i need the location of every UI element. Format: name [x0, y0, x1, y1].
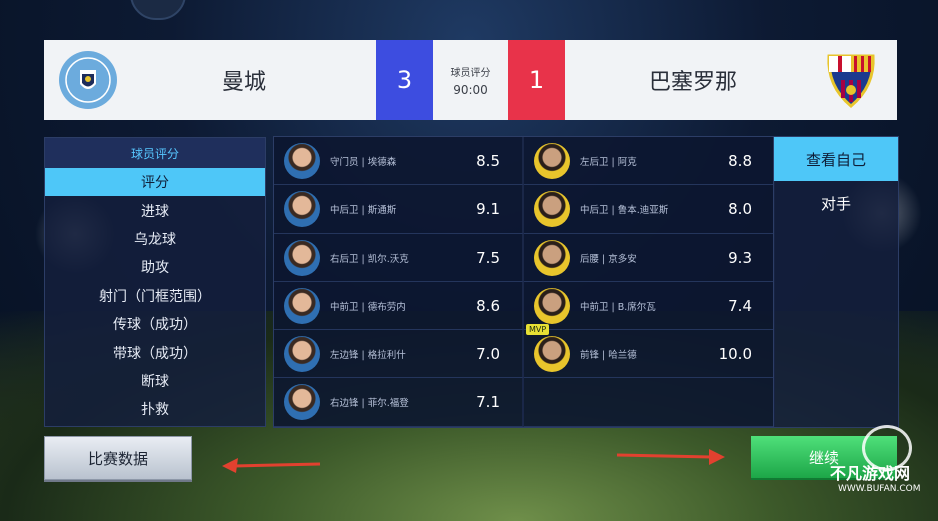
player-rating: 8.5 — [476, 152, 500, 170]
category-item-own-goals[interactable]: 乌龙球 — [45, 225, 265, 253]
player-rating: 8.8 — [728, 152, 752, 170]
player-label: 守门员 | 埃德森 — [330, 157, 397, 168]
player-row[interactable]: 中后卫 | 斯通斯 9.1 — [274, 185, 524, 234]
player-rating: 7.1 — [476, 393, 500, 412]
player-row[interactable]: 左后卫 | 阿克 8.8 — [524, 137, 774, 186]
stat-category-panel: 球员评分 评分 进球 乌龙球 助攻 射门（门框范围） 传球（成功） 带球（成功）… — [44, 137, 266, 427]
scoreboard: 曼城 3 球员评分 90:00 1 巴塞罗那 — [44, 40, 897, 120]
category-item-passes[interactable]: 传球（成功） — [45, 310, 265, 338]
away-team-name: 巴塞罗那 — [649, 70, 738, 95]
match-stats-button[interactable]: 比赛数据 — [44, 436, 192, 480]
player-row[interactable]: 后腰 | 京多安 9.3 — [524, 234, 774, 282]
player-label: 后腰 | 京多安 — [580, 253, 637, 265]
watermark-url: WWW.BUFAN.COM — [838, 484, 921, 494]
player-label: 左后卫 | 阿克 — [580, 157, 637, 168]
player-avatar — [284, 239, 320, 276]
player-label: 左边锋 | 格拉利什 — [330, 350, 406, 362]
player-avatar — [534, 287, 570, 324]
player-row[interactable]: 右后卫 | 凯尔.沃克 7.5 — [274, 233, 524, 282]
player-label: 前锋 | 哈兰德 — [580, 350, 637, 362]
category-item-saves[interactable]: 扑救 — [45, 395, 265, 423]
player-row[interactable]: 中前卫 | B.席尔瓦 7.4 — [524, 282, 774, 331]
home-score: 3 — [376, 40, 433, 120]
player-row[interactable]: 中前卫 | 德布劳内 8.6 — [274, 281, 524, 331]
player-rating: 9.1 — [476, 200, 500, 219]
away-team: 巴塞罗那 — [565, 40, 897, 120]
match-time: 90:00 — [453, 82, 488, 97]
player-label: 右后卫 | 凯尔.沃克 — [330, 253, 409, 265]
category-item-assists[interactable]: 助攻 — [45, 253, 265, 281]
home-team-name: 曼城 — [222, 70, 267, 95]
player-row[interactable]: 守门员 | 埃德森 8.5 — [274, 137, 524, 186]
home-team: 曼城 — [44, 40, 376, 120]
player-rating: 7.4 — [728, 296, 752, 315]
match-info: 球员评分 90:00 — [433, 40, 508, 120]
player-avatar — [534, 336, 570, 373]
category-item-dribbles[interactable]: 带球（成功） — [45, 338, 265, 366]
category-item-rating[interactable]: 评分 — [45, 168, 265, 197]
man-city-crest-icon — [59, 51, 117, 109]
player-avatar — [284, 336, 320, 373]
player-avatar — [534, 143, 570, 179]
player-ratings-grid: 守门员 | 埃德森 8.5 左后卫 | 阿克 8.8 中后卫 | 斯通斯 9.1… — [273, 136, 775, 428]
player-rating: 8.6 — [476, 296, 500, 315]
barcelona-crest-icon — [827, 54, 875, 108]
tab-view-self[interactable]: 查看自己 — [774, 137, 898, 181]
player-rating: 9.3 — [728, 248, 752, 267]
away-score: 1 — [508, 40, 565, 120]
player-label: 右边锋 | 菲尔.福登 — [330, 398, 409, 410]
player-row[interactable]: MVP 前锋 | 哈兰德 10.0 — [524, 324, 774, 379]
player-label: 中前卫 | B.席尔瓦 — [580, 301, 656, 313]
category-item-shots-on-target[interactable]: 射门（门框范围） — [45, 282, 265, 310]
right-arrow-icon — [616, 449, 725, 465]
player-row[interactable]: 中后卫 | 鲁本.迪亚斯 8.0 — [524, 185, 774, 234]
top-logo — [130, 0, 186, 20]
player-avatar — [284, 191, 320, 228]
center-label: 球员评分 — [450, 67, 491, 79]
player-label: 中前卫 | 德布劳内 — [330, 301, 406, 313]
player-rating: 8.0 — [728, 200, 752, 219]
player-row[interactable]: 左边锋 | 格拉利什 7.0 — [274, 330, 524, 379]
side-tabs: 查看自己 对手 — [773, 136, 899, 428]
watermark-text: 不凡游戏网 — [830, 464, 911, 483]
player-avatar — [534, 191, 570, 228]
player-rating: 7.5 — [476, 248, 500, 267]
player-avatar — [284, 384, 320, 421]
empty-slot — [524, 378, 774, 427]
left-arrow-icon — [222, 458, 321, 473]
mvp-badge: MVP — [526, 324, 550, 336]
category-header: 球员评分 — [45, 138, 265, 168]
player-rating: 10.0 — [718, 345, 752, 364]
player-avatar — [534, 239, 570, 276]
player-avatar — [284, 143, 320, 179]
player-rating: 7.0 — [476, 345, 500, 364]
category-item-goals[interactable]: 进球 — [45, 196, 265, 224]
category-item-interceptions[interactable]: 断球 — [45, 367, 265, 395]
player-label: 中后卫 | 鲁本.迪亚斯 — [580, 205, 669, 217]
player-avatar — [284, 287, 320, 324]
player-label: 中后卫 | 斯通斯 — [330, 205, 397, 217]
player-row[interactable]: 右边锋 | 菲尔.福登 7.1 — [274, 378, 524, 427]
tab-opponent[interactable]: 对手 — [774, 181, 898, 225]
